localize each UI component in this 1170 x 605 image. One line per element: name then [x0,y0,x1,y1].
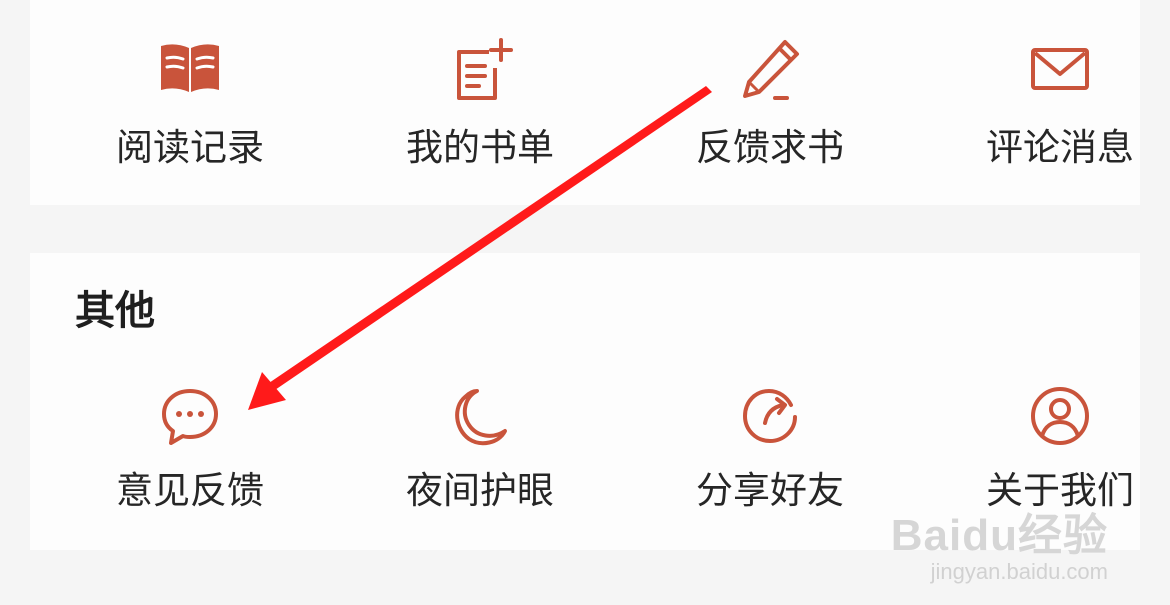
watermark-brand: Baidu经验 [890,511,1108,560]
chat-bubble-icon [155,381,225,451]
add-list-icon [445,34,515,104]
open-book-icon [155,34,225,104]
grid-item-label: 反馈求书 [696,126,844,169]
grid-item-night-mode[interactable]: 夜间护眼 [335,253,625,512]
grid-item-label: 关于我们 [986,469,1134,512]
baidu-watermark: Baidu经验 jingyan.baidu.com [891,513,1108,585]
watermark-url: jingyan.baidu.com [930,559,1108,584]
grid-item-label: 我的书单 [406,126,554,169]
grid-item-share-friends[interactable]: 分享好友 [625,253,915,512]
grid-item-request-book[interactable]: 反馈求书 [625,0,915,169]
grid-item-comment-messages[interactable]: 评论消息 [915,0,1170,169]
grid-item-label: 夜间护眼 [406,469,554,512]
grid-item-label: 评论消息 [986,126,1134,169]
other-section-card: 其他 意见反馈 夜间护眼 分享好友 关于我们 [30,253,1140,550]
user-circle-icon [1025,381,1095,451]
grid-item-about-us[interactable]: 关于我们 [915,253,1170,512]
grid-item-label: 分享好友 [696,469,844,512]
grid-item-reading-history[interactable]: 阅读记录 [45,0,335,169]
grid-item-feedback[interactable]: 意见反馈 [45,253,335,512]
grid-item-label: 意见反馈 [116,469,264,512]
grid-item-my-booklist[interactable]: 我的书单 [335,0,625,169]
moon-icon [445,381,515,451]
grid-item-label: 阅读记录 [116,126,264,169]
share-icon [735,381,805,451]
mail-icon [1025,34,1095,104]
pencil-icon [735,34,805,104]
shortcut-card: 阅读记录 我的书单 反馈求书 评论消息 [30,0,1140,205]
